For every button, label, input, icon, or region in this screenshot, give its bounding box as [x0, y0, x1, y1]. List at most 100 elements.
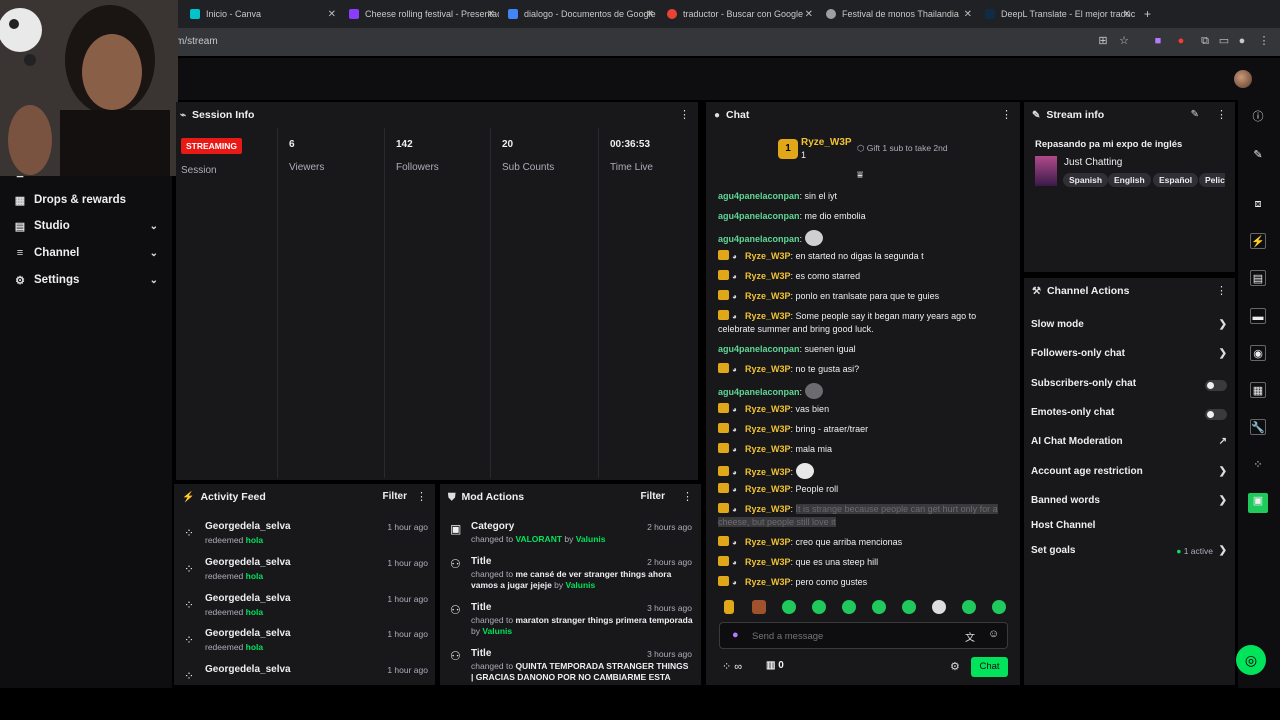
browser-tab[interactable]: Inicio - Canva ✕: [182, 4, 340, 24]
account-age-action[interactable]: Account age restriction ❯: [1031, 466, 1227, 482]
chat-username[interactable]: Ryze_W3P: [745, 291, 791, 301]
extension-icon[interactable]: ▣: [1248, 493, 1268, 513]
nav-studio[interactable]: ▤ Studio ⌄: [12, 216, 162, 236]
stream-category[interactable]: Just Chatting: [1064, 157, 1122, 168]
more-options-icon[interactable]: ⋮: [1216, 285, 1227, 297]
stream-tag[interactable]: Español: [1153, 173, 1199, 187]
chat-username[interactable]: agu4panelaconpan: [718, 344, 800, 354]
pencil-icon[interactable]: ✎: [1250, 147, 1266, 163]
close-icon[interactable]: ✕: [328, 9, 336, 20]
translate-icon[interactable]: 文: [965, 629, 975, 644]
close-icon[interactable]: ✕: [1123, 9, 1131, 20]
chat-settings-icon[interactable]: ⚙: [950, 660, 960, 673]
browser-tab[interactable]: Cheese rolling festival - Presentación ✕: [341, 4, 499, 24]
nav-settings[interactable]: ⚙ Settings ⌄: [12, 270, 162, 290]
url-field[interactable]: m/stream: [176, 36, 218, 47]
emoji-icon[interactable]: ☺: [988, 628, 999, 640]
clip-icon[interactable]: ⧈: [1250, 196, 1266, 212]
chat-username[interactable]: Ryze_W3P: [745, 484, 791, 494]
chat-username[interactable]: Ryze_W3P: [745, 444, 791, 454]
menu-icon[interactable]: ⋮: [1258, 35, 1270, 47]
close-icon[interactable]: ✕: [805, 9, 813, 20]
chat-username[interactable]: agu4panelaconpan: [718, 387, 800, 397]
more-options-icon[interactable]: ⋮: [1216, 109, 1227, 121]
emote-icon[interactable]: [932, 600, 946, 614]
chat-icon[interactable]: ▬: [1250, 308, 1266, 324]
document-icon[interactable]: ▤: [1250, 270, 1266, 286]
collapse-icon[interactable]: ⩸: [857, 170, 863, 181]
layout-icon[interactable]: ▦: [1250, 382, 1266, 398]
filter-button[interactable]: Filter: [641, 491, 665, 502]
emote-icon[interactable]: [902, 600, 916, 614]
edit-icon[interactable]: ✎: [1191, 109, 1199, 120]
set-goals-action[interactable]: Set goals ● 1 active ❯: [1031, 545, 1227, 561]
browser-tab[interactable]: DeepL Translate - El mejor traductor ✕: [977, 4, 1135, 24]
emotes-only-toggle[interactable]: [1205, 409, 1227, 420]
more-options-icon[interactable]: ⋮: [416, 491, 427, 503]
more-options-icon[interactable]: ⋮: [682, 491, 693, 503]
chat-username[interactable]: Ryze_W3P: [745, 424, 791, 434]
sidebar-icon[interactable]: ▭: [1218, 35, 1230, 47]
chat-message-input[interactable]: [752, 628, 952, 644]
close-icon[interactable]: ✕: [964, 9, 972, 20]
banned-words-action[interactable]: Banned words ❯: [1031, 495, 1227, 511]
chat-username[interactable]: Ryze_W3P: [745, 311, 791, 321]
channel-points-balance[interactable]: ⁘ ∞: [722, 660, 742, 673]
emote-icon[interactable]: [752, 600, 766, 614]
chat-username[interactable]: Ryze_W3P: [745, 467, 791, 477]
emote-icon[interactable]: [992, 600, 1006, 614]
chat-send-button[interactable]: Chat: [971, 657, 1008, 677]
chat-username[interactable]: Ryze_W3P: [745, 404, 791, 414]
chat-username[interactable]: agu4panelaconpan: [718, 211, 800, 221]
leaderboard-name[interactable]: Ryze_W3P: [801, 137, 852, 148]
stream-tag[interactable]: English: [1108, 173, 1151, 187]
stream-tag[interactable]: Pelic: [1199, 173, 1225, 187]
points-icon[interactable]: ⁘: [1250, 457, 1266, 473]
emote-icon[interactable]: [782, 600, 796, 614]
subscribers-only-toggle[interactable]: [1205, 380, 1227, 391]
browser-tab[interactable]: Festival de monos Thailandia ✕: [818, 4, 976, 24]
profile-icon[interactable]: ●: [1236, 35, 1248, 47]
chat-username[interactable]: agu4panelaconpan: [718, 234, 800, 244]
nav-channel[interactable]: ≡ Channel ⌄: [12, 243, 162, 263]
emote-icon[interactable]: [812, 600, 826, 614]
browser-tab[interactable]: dialogo - Documentos de Google ✕: [500, 4, 658, 24]
wrench-icon[interactable]: 🔧: [1250, 419, 1266, 435]
broadcast-icon[interactable]: ◉: [1250, 345, 1266, 361]
chat-username[interactable]: Ryze_W3P: [745, 577, 791, 587]
translate-icon[interactable]: ⊞: [1097, 35, 1109, 47]
emote-icon[interactable]: [724, 600, 734, 614]
lightning-icon[interactable]: ⚡: [1250, 233, 1266, 249]
microphone-icon[interactable]: ●: [732, 629, 739, 641]
ai-moderation-action[interactable]: AI Chat Moderation ↗: [1031, 436, 1227, 452]
bookmark-star-icon[interactable]: ☆: [1118, 35, 1130, 47]
slow-mode-action[interactable]: Slow mode ❯: [1031, 319, 1227, 335]
support-icon[interactable]: ◎: [1236, 645, 1266, 675]
chat-username[interactable]: Ryze_W3P: [745, 251, 791, 261]
puzzle-icon[interactable]: ⧉: [1199, 35, 1211, 47]
emote-icon[interactable]: [872, 600, 886, 614]
close-icon[interactable]: ✕: [487, 9, 495, 20]
more-options-icon[interactable]: ⋮: [679, 109, 690, 121]
avatar[interactable]: [1234, 70, 1252, 88]
new-tab-button[interactable]: +: [1136, 4, 1156, 24]
chat-username[interactable]: Ryze_W3P: [745, 364, 791, 374]
host-channel-action[interactable]: Host Channel: [1031, 520, 1227, 536]
nav-drops-rewards[interactable]: ▦ Drops & rewards: [12, 190, 162, 210]
emote-icon[interactable]: [962, 600, 976, 614]
chat-username[interactable]: Ryze_W3P: [745, 271, 791, 281]
chat-username[interactable]: agu4panelaconpan: [718, 191, 800, 201]
opera-extension-icon[interactable]: ●: [1175, 35, 1187, 47]
close-icon[interactable]: ✕: [646, 9, 654, 20]
browser-tab[interactable]: traductor - Buscar con Google ✕: [659, 4, 817, 24]
chat-username[interactable]: Ryze_W3P: [745, 504, 791, 514]
chat-username[interactable]: Ryze_W3P: [745, 557, 791, 567]
more-options-icon[interactable]: ⋮: [1001, 109, 1012, 121]
emote-icon[interactable]: [842, 600, 856, 614]
stream-tag[interactable]: Spanish: [1063, 173, 1109, 187]
bits-balance[interactable]: ▥ 0: [766, 660, 784, 671]
chat-username[interactable]: Ryze_W3P: [745, 537, 791, 547]
filter-button[interactable]: Filter: [383, 491, 407, 502]
info-icon[interactable]: ⓘ: [1250, 109, 1266, 125]
extension-icon[interactable]: ■: [1152, 35, 1164, 47]
